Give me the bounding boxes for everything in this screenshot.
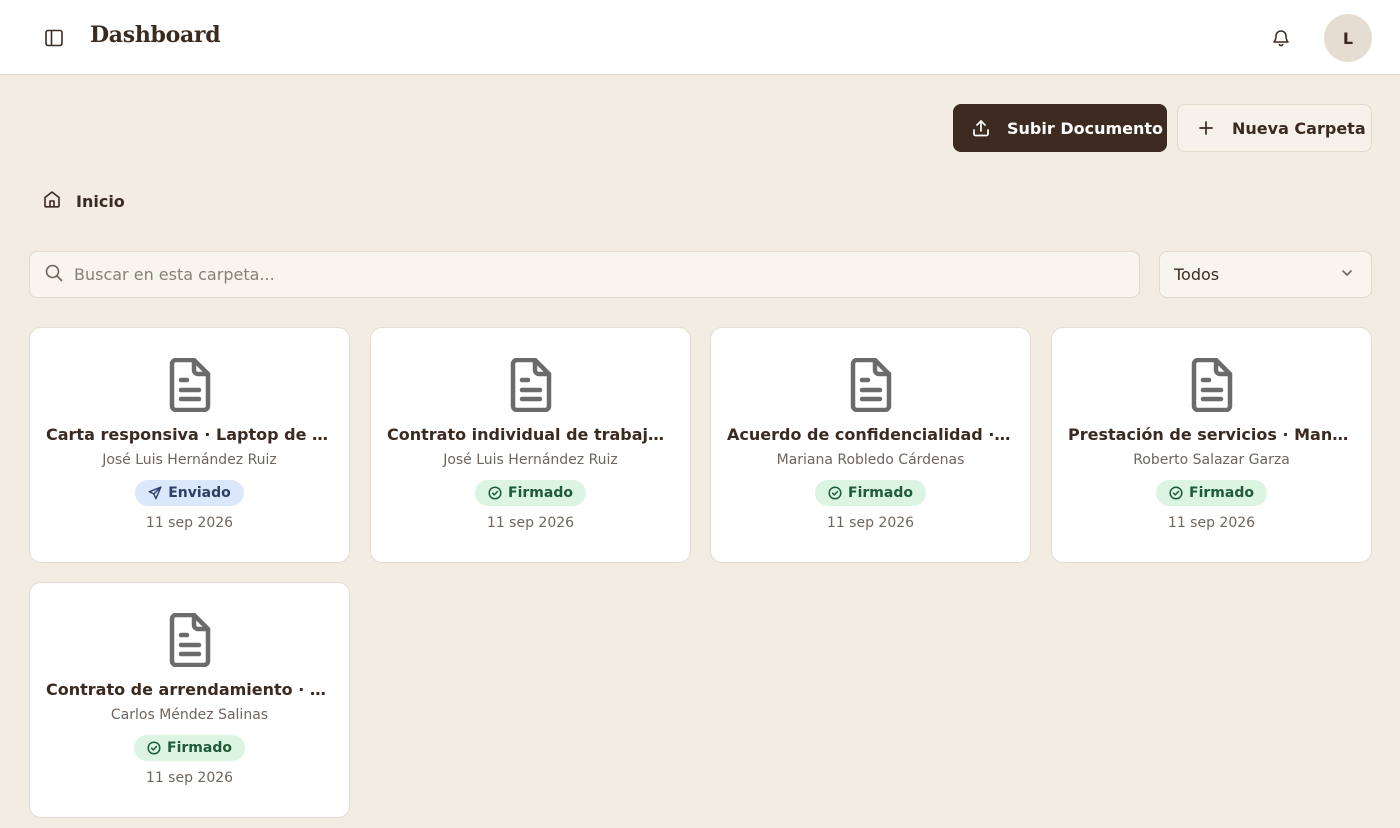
document-title: Prestación de servicios · Mante...	[1068, 425, 1355, 444]
check-circle-icon	[828, 486, 842, 500]
search-input[interactable]	[74, 265, 1114, 284]
status-badge: Firmado	[475, 480, 586, 506]
document-owner: Mariana Robledo Cárdenas	[776, 452, 965, 468]
bell-icon[interactable]	[1267, 24, 1295, 52]
sidebar-toggle-icon[interactable]	[40, 24, 68, 52]
new-folder-button[interactable]: Nueva Carpeta	[1177, 104, 1372, 152]
new-folder-label: Nueva Carpeta	[1232, 118, 1366, 138]
document-owner: José Luis Hernández Ruiz	[102, 452, 277, 468]
document-icon	[166, 357, 214, 413]
status-filter-value: Todos	[1174, 265, 1220, 284]
status-badge: Enviado	[135, 480, 244, 506]
document-card[interactable]: Contrato de arrendamiento · De... Carlos …	[29, 582, 350, 818]
status-badge: Firmado	[815, 480, 926, 506]
check-circle-icon	[1169, 486, 1183, 500]
document-title: Carta responsiva · Laptop de v...	[46, 425, 333, 444]
document-date: 11 sep 2026	[145, 770, 234, 786]
status-label: Firmado	[1189, 485, 1254, 501]
breadcrumb: Inicio	[42, 190, 125, 212]
status-label: Firmado	[167, 740, 232, 756]
document-icon	[847, 357, 895, 413]
page-title: Dashboard	[90, 22, 221, 48]
document-owner: Carlos Méndez Salinas	[110, 707, 269, 723]
plus-icon	[1196, 118, 1216, 138]
document-icon	[166, 612, 214, 668]
document-owner: José Luis Hernández Ruiz	[443, 452, 618, 468]
breadcrumb-home[interactable]: Inicio	[76, 192, 125, 211]
upload-icon	[971, 118, 991, 138]
document-title: Contrato de arrendamiento · De...	[46, 680, 333, 699]
document-card[interactable]: Acuerdo de confidencialidad · ... Mariana…	[710, 327, 1031, 563]
check-circle-icon	[488, 486, 502, 500]
chevron-down-icon	[1339, 265, 1355, 285]
document-card[interactable]: Prestación de servicios · Mante... Robert…	[1051, 327, 1372, 563]
document-card[interactable]: Carta responsiva · Laptop de v... José Lu…	[29, 327, 350, 563]
upload-document-button[interactable]: Subir Documento	[953, 104, 1167, 152]
send-icon	[148, 486, 162, 500]
document-icon	[507, 357, 555, 413]
document-title: Acuerdo de confidencialidad · ...	[727, 425, 1014, 444]
status-badge: Firmado	[1156, 480, 1267, 506]
home-icon[interactable]	[42, 189, 62, 213]
document-title: Contrato individual de trabajo ·...	[387, 425, 674, 444]
document-date: 11 sep 2026	[145, 515, 234, 531]
status-filter-select[interactable]: Todos	[1159, 251, 1372, 298]
status-badge: Firmado	[134, 735, 245, 761]
status-label: Enviado	[168, 485, 231, 501]
upload-document-label: Subir Documento	[1007, 118, 1164, 138]
search-icon	[44, 263, 64, 287]
status-label: Firmado	[848, 485, 913, 501]
top-bar: Dashboard L	[0, 0, 1400, 75]
document-owner: Roberto Salazar Garza	[1133, 452, 1290, 468]
document-date: 11 sep 2026	[826, 515, 915, 531]
check-circle-icon	[147, 741, 161, 755]
document-date: 11 sep 2026	[1167, 515, 1256, 531]
search-box	[29, 251, 1140, 298]
document-card[interactable]: Contrato individual de trabajo ·... José …	[370, 327, 691, 563]
status-label: Firmado	[508, 485, 573, 501]
avatar[interactable]: L	[1324, 14, 1372, 62]
document-date: 11 sep 2026	[486, 515, 575, 531]
document-icon	[1188, 357, 1236, 413]
